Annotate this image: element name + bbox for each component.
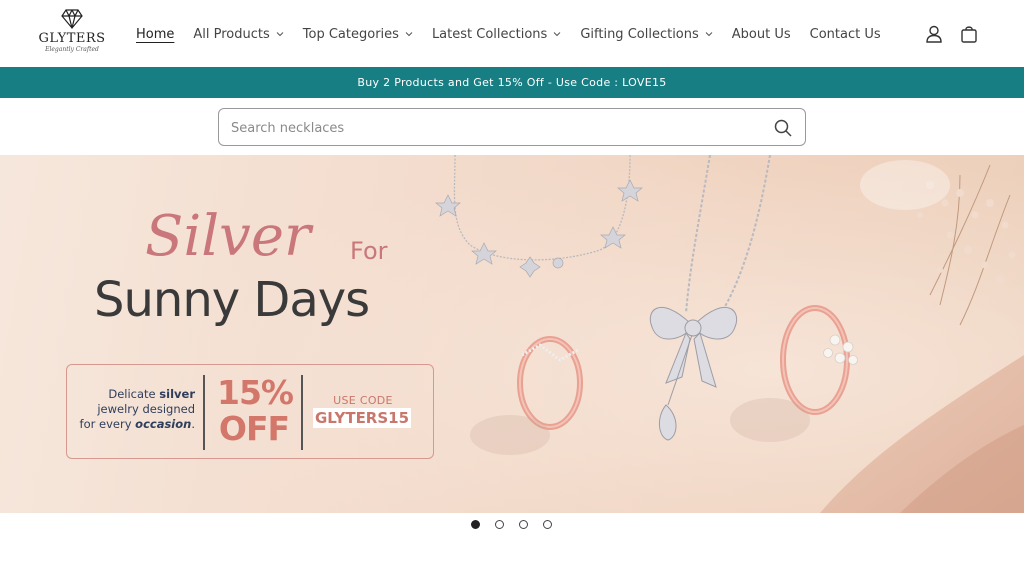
promo-code: GLYTERS15 bbox=[313, 408, 411, 428]
nav-latest-collections-label: Latest Collections bbox=[431, 26, 548, 42]
nav-top-categories-label: Top Categories bbox=[302, 26, 399, 42]
promo-box: Delicate silver jewelry designed for eve… bbox=[66, 364, 434, 459]
chevron-down-icon bbox=[553, 32, 561, 37]
nav-gifting-collections-label: Gifting Collections bbox=[580, 26, 699, 42]
slide-dot-1[interactable] bbox=[471, 520, 480, 529]
promo-discount-off: OFF bbox=[218, 409, 290, 448]
hero-banner[interactable]: Silver For Sunny Days Delicate silver je… bbox=[0, 155, 1024, 513]
promo-line1-pre: Delicate bbox=[108, 387, 160, 401]
promo-divider bbox=[301, 375, 303, 450]
nav-home-label: Home bbox=[136, 26, 175, 42]
hero-headline-for: For bbox=[350, 237, 388, 265]
chevron-down-icon bbox=[276, 32, 284, 37]
announcement-text: Buy 2 Products and Get 15% Off - Use Cod… bbox=[357, 76, 667, 89]
chevron-down-icon bbox=[405, 32, 413, 37]
promo-use-code-label: USE CODE bbox=[333, 394, 393, 407]
account-icon[interactable] bbox=[924, 24, 944, 44]
nav-top-categories[interactable]: Top Categories bbox=[303, 24, 413, 44]
nav-all-products-label: All Products bbox=[193, 26, 270, 42]
nav-latest-collections[interactable]: Latest Collections bbox=[432, 24, 561, 44]
promo-line3-bold: occasion bbox=[135, 417, 192, 431]
nav-about-us[interactable]: About Us bbox=[732, 24, 791, 44]
diamond-logo-icon bbox=[61, 9, 83, 29]
slide-dot-3[interactable] bbox=[519, 520, 528, 529]
search-bar[interactable] bbox=[218, 108, 806, 146]
announcement-bar: Buy 2 Products and Get 15% Off - Use Cod… bbox=[0, 67, 1024, 98]
site-header: GLYTERS Elegantly Crafted Home All Produ… bbox=[0, 0, 1024, 67]
promo-discount-pct: 15% bbox=[217, 373, 294, 412]
promo-discount: 15% OFF bbox=[217, 373, 294, 448]
brand-logo[interactable]: GLYTERS Elegantly Crafted bbox=[36, 6, 108, 62]
nav-all-products[interactable]: All Products bbox=[193, 24, 284, 44]
slider-pagination bbox=[471, 520, 552, 529]
chevron-down-icon bbox=[705, 32, 713, 37]
promo-divider bbox=[203, 375, 205, 450]
nav-contact-us[interactable]: Contact Us bbox=[810, 24, 881, 44]
hero-headline-script: Silver bbox=[145, 204, 311, 269]
promo-line3-pre: for every bbox=[79, 417, 136, 431]
slide-dot-4[interactable] bbox=[543, 520, 552, 529]
slide-dot-2[interactable] bbox=[495, 520, 504, 529]
cart-icon[interactable] bbox=[959, 24, 979, 44]
main-nav: Home All Products Top Categories Latest … bbox=[136, 24, 900, 44]
nav-about-us-label: About Us bbox=[731, 26, 791, 42]
nav-home[interactable]: Home bbox=[136, 24, 174, 44]
search-input[interactable] bbox=[231, 117, 751, 139]
promo-line3-post: . bbox=[191, 417, 195, 431]
brand-tagline: Elegantly Crafted bbox=[45, 46, 99, 53]
promo-description: Delicate silver jewelry designed for eve… bbox=[67, 387, 195, 432]
search-icon[interactable] bbox=[773, 118, 793, 138]
promo-line1-bold: silver bbox=[159, 387, 195, 401]
brand-name: GLYTERS bbox=[38, 31, 106, 46]
promo-line2: jewelry designed bbox=[97, 402, 195, 416]
hero-headline-main: Sunny Days bbox=[94, 272, 370, 328]
nav-contact-us-label: Contact Us bbox=[809, 26, 881, 42]
nav-gifting-collections[interactable]: Gifting Collections bbox=[580, 24, 713, 44]
